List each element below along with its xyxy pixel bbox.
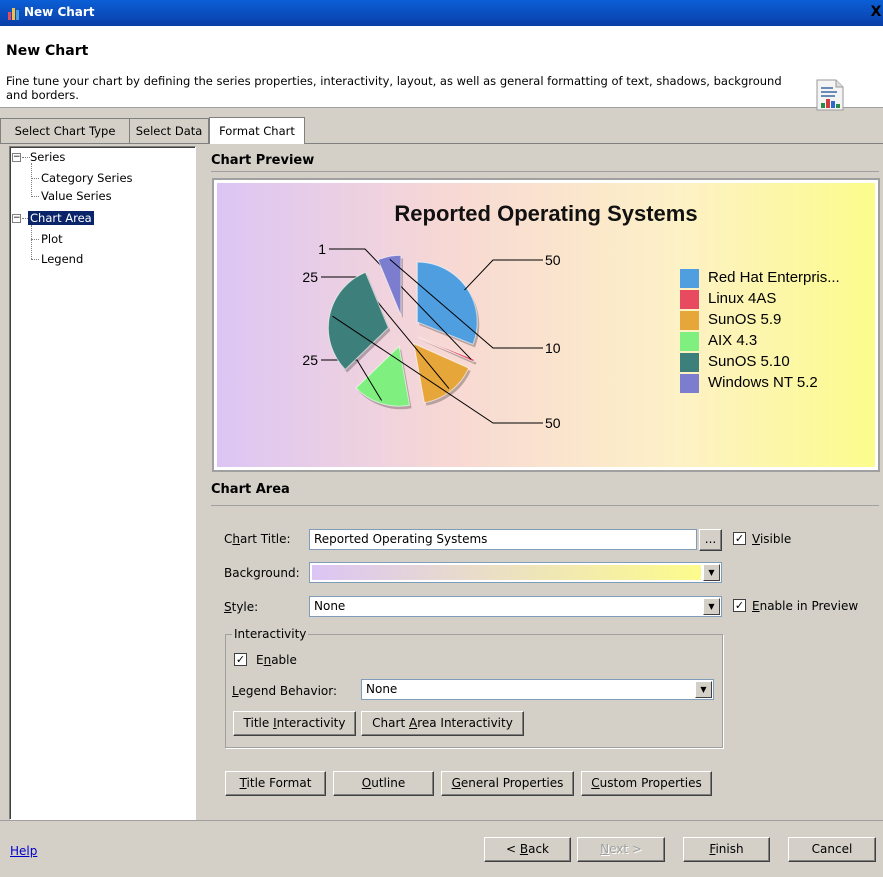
background-gradient-swatch — [312, 565, 701, 580]
window-titlebar: New Chart X — [0, 0, 883, 26]
pie-slice — [413, 342, 470, 404]
legend-label: AIX 4.3 — [708, 332, 758, 349]
outline-button[interactable]: Outline — [333, 771, 434, 796]
chart-preview-heading: Chart Preview — [211, 153, 315, 168]
pie-data-label: 1 — [318, 241, 326, 257]
wizard-header: New Chart Fine tune your chart by defini… — [0, 26, 883, 111]
legend-swatch — [680, 332, 699, 351]
pie-data-label: 50 — [545, 415, 561, 431]
pie-data-label: 25 — [302, 352, 318, 368]
pie-data-label: 25 — [302, 269, 318, 285]
legend-swatch — [680, 269, 699, 288]
tree-item-series[interactable]: Series — [30, 149, 65, 165]
legend-label: Red Hat Enterpris... — [708, 269, 840, 286]
style-label: Style: — [224, 600, 259, 614]
chart-app-icon — [8, 8, 19, 20]
pie-data-label: 50 — [545, 252, 561, 268]
finish-button[interactable]: Finish — [683, 837, 770, 862]
pie-data-label: 10 — [545, 340, 561, 356]
chart-area-heading: Chart Area — [211, 482, 290, 497]
next-button[interactable]: Next > — [577, 837, 665, 862]
title-format-button[interactable]: Title Format — [225, 771, 326, 796]
chart-title-label: Chart Title: — [224, 532, 291, 546]
custom-properties-button[interactable]: Custom Properties — [581, 771, 712, 796]
tree-item-chart-area[interactable]: Chart Area — [27, 210, 95, 226]
legend-swatch — [680, 353, 699, 372]
tab-select-chart-type[interactable]: Select Chart Type — [0, 118, 130, 144]
general-properties-button[interactable]: General Properties — [441, 771, 574, 796]
legend-swatch — [680, 374, 699, 393]
legend-swatch — [680, 290, 699, 309]
legend-swatch — [680, 311, 699, 330]
chart-preview: Reported Operating Systems 50 1 25 25 50 10 R… — [217, 183, 875, 467]
legend-label: Linux 4AS — [708, 290, 777, 307]
legend-behavior-value: None — [366, 682, 398, 696]
style-dropdown[interactable]: None ▼ — [309, 596, 722, 617]
background-color-dropdown[interactable]: ▼ — [309, 562, 722, 583]
cancel-button[interactable]: Cancel — [788, 837, 876, 862]
chart-area-interactivity-button[interactable]: Chart Area Interactivity — [361, 711, 524, 736]
interactivity-enable-label: Enable — [256, 653, 297, 667]
chevron-down-icon[interactable]: ▼ — [703, 598, 720, 615]
tree-item-value-series[interactable]: Value Series — [41, 188, 112, 204]
chart-document-icon — [816, 79, 844, 111]
legend-behavior-dropdown[interactable]: None ▼ — [361, 679, 714, 700]
legend-label: Windows NT 5.2 — [708, 374, 818, 391]
tab-divider — [0, 143, 883, 144]
tree-item-plot[interactable]: Plot — [41, 231, 63, 247]
help-link[interactable]: Help — [10, 844, 37, 858]
visible-label: Visible — [752, 532, 792, 546]
pie-slice — [416, 261, 478, 345]
close-icon[interactable]: X — [869, 4, 883, 20]
chevron-down-icon[interactable]: ▼ — [695, 681, 712, 698]
interactivity-group-label: Interactivity — [232, 627, 309, 641]
chevron-down-icon[interactable]: ▼ — [703, 564, 720, 581]
legend-behavior-label: Legend Behavior: — [232, 684, 338, 698]
chart-title-input[interactable]: Reported Operating Systems — [309, 529, 697, 550]
tree-item-category-series[interactable]: Category Series — [41, 170, 133, 186]
format-tree: − Series Category Series Value Series − … — [9, 146, 196, 820]
page-title: New Chart — [6, 43, 89, 59]
back-button[interactable]: < Back — [484, 837, 571, 862]
legend-label: SunOS 5.10 — [708, 353, 790, 370]
page-description: Fine tune your chart by defining the ser… — [6, 74, 782, 102]
enable-preview-label: Enable in Preview — [752, 599, 859, 613]
collapse-series-icon[interactable]: − — [12, 153, 21, 162]
pie-slice — [327, 271, 389, 371]
footer-divider — [0, 820, 883, 821]
tab-format-chart[interactable]: Format Chart — [209, 117, 305, 144]
interactivity-enable-checkbox[interactable]: ✓ — [234, 653, 247, 666]
chart-preview-frame: Reported Operating Systems 50 1 25 25 50 10 R… — [212, 178, 880, 472]
chart-title-ellipsis-button[interactable]: ... — [699, 529, 722, 551]
pie-leader-line — [464, 259, 543, 291]
enable-preview-checkbox[interactable]: ✓ — [733, 599, 746, 612]
visible-checkbox[interactable]: ✓ — [733, 532, 746, 545]
style-value: None — [314, 599, 346, 613]
tab-select-data[interactable]: Select Data — [129, 118, 209, 144]
title-interactivity-button[interactable]: Title Interactivity — [233, 711, 356, 736]
background-label: Background: — [224, 566, 300, 580]
window-title: New Chart — [24, 5, 95, 19]
collapse-chart-area-icon[interactable]: − — [12, 214, 21, 223]
legend-label: SunOS 5.9 — [708, 311, 782, 328]
tree-item-legend[interactable]: Legend — [41, 251, 83, 267]
